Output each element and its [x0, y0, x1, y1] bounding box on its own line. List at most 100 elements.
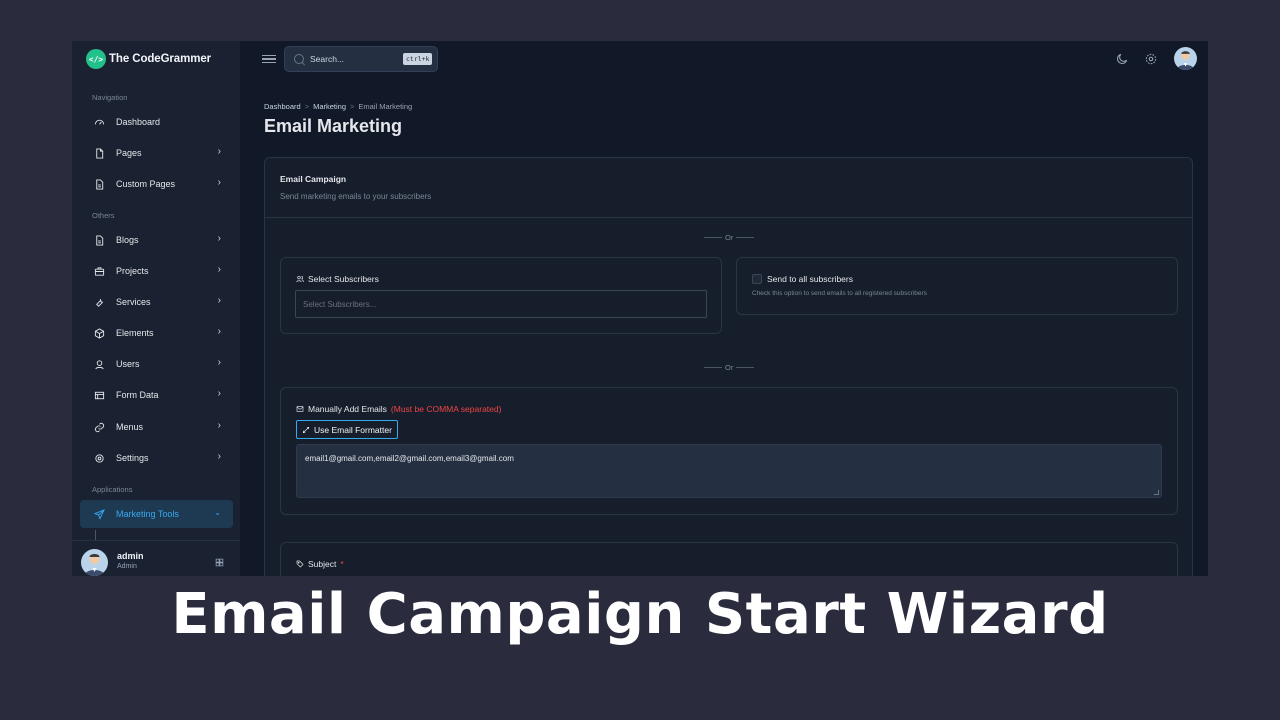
- sidebar-item-marketing-tools[interactable]: Marketing Tools ⌄: [80, 500, 233, 528]
- search-icon: [294, 54, 304, 64]
- file-text-icon: [92, 233, 106, 247]
- sidebar: </> The CodeGrammer Navigation Dashboard…: [72, 41, 240, 576]
- sidebar-item-label: Custom Pages: [116, 179, 176, 189]
- required-mark: *: [340, 559, 344, 569]
- chevron-right-icon: ›: [217, 420, 221, 431]
- breadcrumb: Dashboard > Marketing > Email Marketing: [264, 102, 412, 111]
- card-subtitle: Send marketing emails to your subscriber…: [280, 192, 432, 201]
- breadcrumb-separator: >: [304, 102, 310, 111]
- sidebar-item-custom-pages[interactable]: Custom Pages ›: [80, 170, 233, 198]
- breadcrumb-separator: >: [350, 102, 355, 111]
- code-logo-icon: </>: [86, 49, 106, 69]
- page-title: Email Marketing: [264, 116, 403, 136]
- sidebar-item-label: Form Data: [116, 390, 159, 400]
- sidebar-item-label: Elements: [116, 328, 154, 338]
- or-label: Or: [725, 363, 734, 372]
- section-label-applications: Applications: [92, 485, 133, 494]
- sidebar-item-users[interactable]: Users ›: [80, 350, 233, 378]
- sidebar-item-services[interactable]: Services ›: [80, 288, 233, 316]
- subject-box: Subject *: [280, 542, 1178, 576]
- sidebar-item-label: Projects: [116, 266, 149, 276]
- brand[interactable]: </> The CodeGrammer: [86, 49, 211, 69]
- table-icon: [92, 388, 106, 402]
- sidebar-item-elements[interactable]: Elements ›: [80, 319, 233, 347]
- manual-emails-label: Manually Add Emails (Must be COMMA separ…: [296, 404, 501, 414]
- section-label-others: Others: [92, 211, 115, 220]
- chevron-right-icon: ›: [217, 357, 221, 368]
- mail-icon: [296, 406, 304, 412]
- send-to-all-checkbox[interactable]: [752, 274, 762, 284]
- users-icon: [296, 276, 304, 283]
- chevron-right-icon: ›: [217, 326, 221, 337]
- select-subscribers-field[interactable]: Select Subscribers...: [295, 290, 707, 318]
- subject-label: Subject *: [296, 559, 344, 569]
- user-role: Admin: [117, 563, 137, 570]
- resize-handle[interactable]: [1154, 490, 1159, 495]
- app-window: </> The CodeGrammer Navigation Dashboard…: [72, 41, 1208, 576]
- search-placeholder: Search...: [310, 54, 345, 64]
- sidebar-item-label: Marketing Tools: [116, 509, 179, 519]
- sidebar-item-form-data[interactable]: Form Data ›: [80, 381, 233, 409]
- tag-icon: [296, 560, 304, 568]
- file-text-icon: [92, 177, 106, 191]
- profile-avatar[interactable]: [1174, 47, 1197, 70]
- link-icon: [92, 420, 106, 434]
- select-subscribers-placeholder: Select Subscribers...: [303, 300, 377, 309]
- user-icon: [92, 357, 106, 371]
- sidebar-item-blogs[interactable]: Blogs ›: [80, 226, 233, 254]
- chevron-right-icon: ›: [217, 146, 221, 157]
- sidebar-item-settings[interactable]: Settings ›: [80, 444, 233, 472]
- send-to-all-box: Send to all subscribers Check this optio…: [736, 257, 1178, 315]
- send-to-all-label[interactable]: Send to all subscribers: [767, 274, 853, 284]
- breadcrumb-marketing[interactable]: Marketing: [313, 102, 346, 111]
- user-name: admin: [117, 551, 144, 561]
- hamburger-menu-icon[interactable]: [262, 52, 276, 66]
- or-separator: Or: [704, 363, 755, 372]
- chevron-right-icon: ›: [217, 388, 221, 399]
- user-menu-icon[interactable]: [215, 558, 224, 569]
- gear-icon: [92, 451, 106, 465]
- chevron-right-icon: ›: [217, 233, 221, 244]
- or-separator: Or: [704, 233, 755, 242]
- manual-emails-textarea[interactable]: email1@gmail.com,email2@gmail.com,email3…: [296, 444, 1162, 498]
- card-divider: [265, 217, 1192, 218]
- search-input[interactable]: Search... ctrl+k: [284, 46, 438, 72]
- send-icon: [92, 507, 106, 521]
- card-title: Email Campaign: [280, 174, 347, 184]
- sidebar-item-label: Services: [116, 297, 151, 307]
- magic-wand-icon: [303, 426, 309, 433]
- section-label-navigation: Navigation: [92, 93, 128, 102]
- sidebar-item-label: Users: [116, 359, 140, 369]
- sidebar-item-menus[interactable]: Menus ›: [80, 413, 233, 441]
- manual-emails-box: Manually Add Emails (Must be COMMA separ…: [280, 387, 1178, 515]
- chevron-right-icon: ›: [217, 177, 221, 188]
- sidebar-item-projects[interactable]: Projects ›: [80, 257, 233, 285]
- search-shortcut-badge: ctrl+k: [403, 53, 433, 65]
- select-subscribers-box: Select Subscribers Select Subscribers...: [280, 257, 722, 334]
- sidebar-item-label: Blogs: [116, 235, 139, 245]
- wrench-icon: [92, 295, 106, 309]
- sidebar-item-label: Menus: [116, 422, 144, 432]
- user-profile-bar[interactable]: admin Admin: [72, 540, 240, 576]
- or-label: Or: [725, 233, 734, 242]
- sidebar-item-label: Settings: [116, 453, 149, 463]
- sidebar-item-dashboard[interactable]: Dashboard: [80, 108, 233, 136]
- sidebar-item-label: Dashboard: [116, 117, 161, 127]
- file-icon: [92, 146, 106, 160]
- briefcase-icon: [92, 264, 106, 278]
- use-email-formatter-button[interactable]: Use Email Formatter: [296, 420, 398, 439]
- moon-icon[interactable]: [1115, 52, 1129, 66]
- breadcrumb-dashboard[interactable]: Dashboard: [264, 102, 301, 111]
- chevron-right-icon: ›: [217, 295, 221, 306]
- chevron-right-icon: ›: [217, 264, 221, 275]
- select-subscribers-label: Select Subscribers: [296, 274, 379, 284]
- email-campaign-card: Email Campaign Send marketing emails to …: [264, 157, 1193, 576]
- comma-warning: (Must be COMMA separated): [390, 404, 502, 414]
- gear-icon[interactable]: [1144, 52, 1158, 66]
- brand-name: The CodeGrammer: [109, 53, 212, 65]
- dashboard-icon: [92, 115, 106, 129]
- avatar: [81, 549, 108, 576]
- manual-emails-value: email1@gmail.com,email2@gmail.com,email3…: [305, 454, 514, 463]
- chevron-right-icon: ›: [217, 451, 221, 462]
- sidebar-item-pages[interactable]: Pages ›: [80, 139, 233, 167]
